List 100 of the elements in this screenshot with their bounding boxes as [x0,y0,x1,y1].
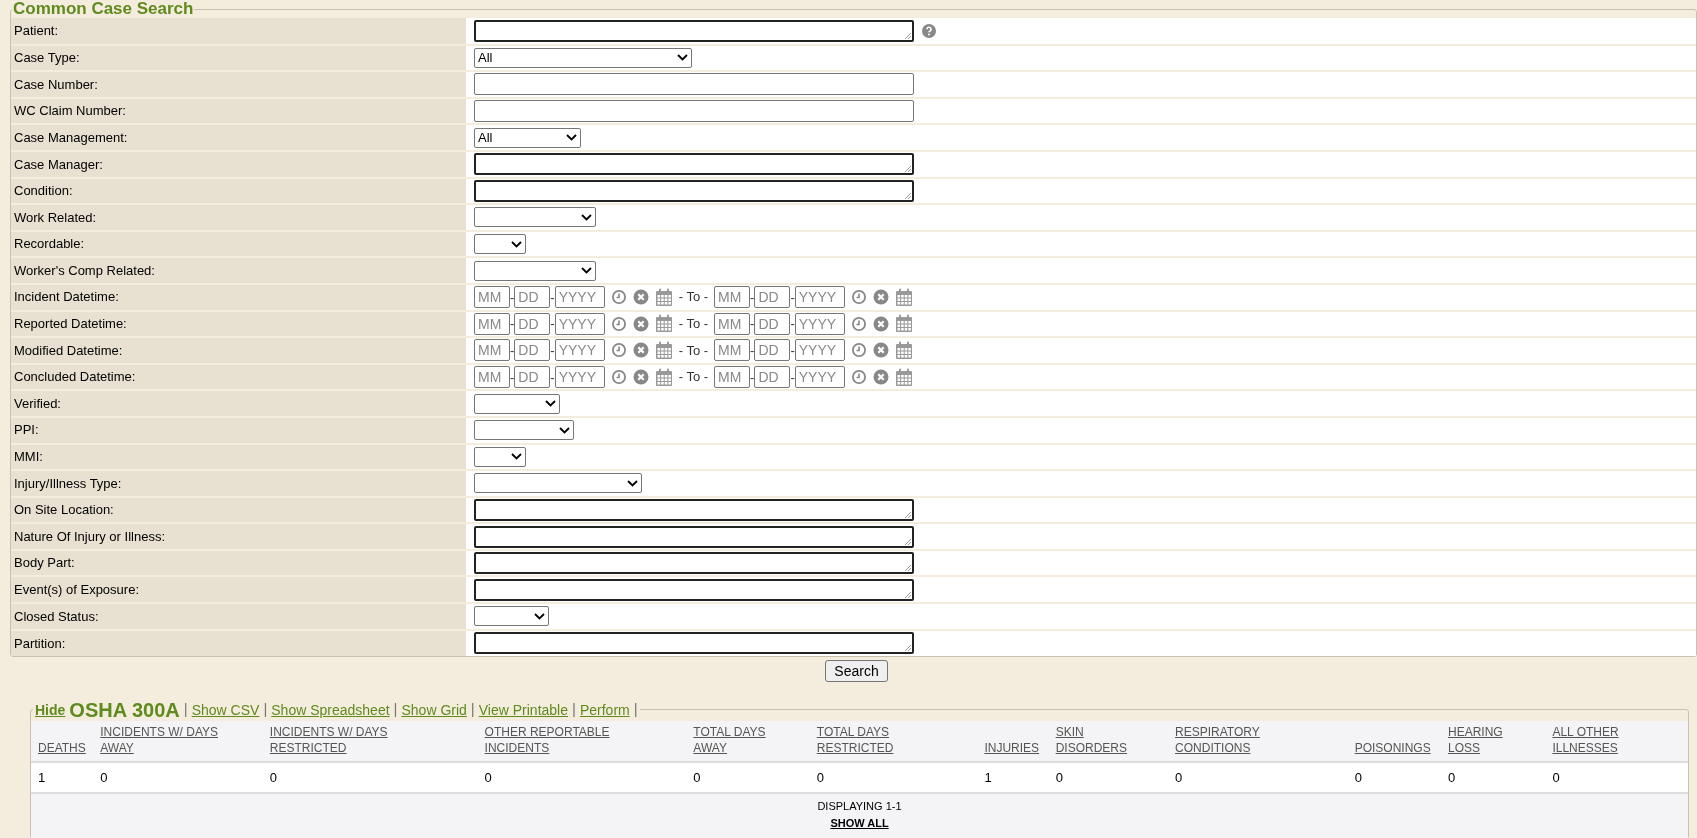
clock-icon[interactable] [610,315,627,332]
toolbar-link[interactable]: Show Grid [401,699,467,721]
date-part-field[interactable]: MM [474,339,510,362]
date-part-field[interactable]: DD [514,312,551,335]
resize-grip-icon[interactable] [905,591,911,598]
lookup-field[interactable] [474,499,914,521]
select-dropdown[interactable] [474,606,549,627]
toolbar-link[interactable]: Show CSV [191,699,260,721]
resize-grip-icon[interactable] [905,192,911,199]
calendar-icon[interactable] [654,287,673,307]
date-part-field[interactable]: MM [474,286,510,309]
clear-icon[interactable] [632,289,649,306]
column-header[interactable]: OTHER REPORTABLE INCIDENTS [484,723,620,756]
date-part-field[interactable]: DD [754,286,791,309]
select-dropdown[interactable] [474,393,560,414]
lookup-field[interactable] [474,552,914,575]
clock-icon[interactable] [850,369,867,385]
date-part-field[interactable]: MM [474,312,510,335]
column-header[interactable]: INCIDENTS W/ DAYS RESTRICTED [269,723,395,756]
clear-icon[interactable] [632,315,649,332]
lookup-field[interactable] [474,179,914,202]
date-part-field[interactable]: YYYY [794,366,845,388]
calendar-icon[interactable] [654,314,673,334]
resize-grip-icon[interactable] [905,565,911,572]
select-dropdown[interactable] [474,446,526,467]
column-header[interactable]: POISONINGS [1354,739,1431,756]
clear-icon[interactable] [632,342,649,359]
calendar-icon[interactable] [894,314,913,334]
clock-icon[interactable] [850,289,867,306]
clear-icon[interactable] [632,369,649,385]
calendar-icon[interactable] [894,287,913,307]
clear-icon[interactable] [872,289,889,306]
date-part-field[interactable]: MM [714,339,751,362]
select-dropdown[interactable]: All [474,47,692,68]
show-all-link[interactable]: SHOW ALL [830,816,889,829]
clear-icon[interactable] [872,342,889,359]
clock-icon[interactable] [610,289,627,306]
column-header[interactable]: SKIN DISORDERS [1055,723,1134,756]
column-header[interactable]: INCIDENTS W/ DAYS AWAY [100,723,226,756]
toolbar-link[interactable]: View Printable [478,699,568,721]
column-header[interactable]: HEARING LOSS [1448,723,1518,756]
column-header[interactable]: INJURIES [984,739,1040,756]
lookup-field[interactable] [474,19,914,42]
calendar-icon[interactable] [894,367,913,387]
select-dropdown[interactable] [474,420,574,441]
date-part-field[interactable]: MM [714,312,751,335]
field-label: Reported Datetime: [11,310,466,338]
date-part-field[interactable]: MM [714,286,751,309]
resize-grip-icon[interactable] [905,32,911,39]
column-header[interactable]: DEATHS [38,739,86,756]
lookup-field[interactable] [474,153,914,176]
help-icon[interactable] [922,23,936,38]
select-dropdown[interactable] [474,207,596,228]
date-part-field[interactable]: DD [514,339,551,362]
toolbar-link[interactable]: Show Spreadsheet [271,699,390,721]
date-part-field[interactable]: YYYY [554,339,605,362]
date-part-field[interactable]: YYYY [554,312,605,335]
date-part-field[interactable]: DD [754,312,791,335]
calendar-icon[interactable] [654,340,673,360]
search-button[interactable]: Search [825,660,888,683]
clear-icon[interactable] [872,315,889,332]
lookup-field[interactable] [474,632,914,655]
column-header[interactable]: RESPIRATORY CONDITIONS [1175,723,1276,756]
date-separator: - [550,370,555,384]
clock-icon[interactable] [850,342,867,359]
field-label: Case Management: [11,124,466,151]
calendar-icon[interactable] [894,340,913,360]
calendar-icon[interactable] [654,367,673,387]
clock-icon[interactable] [610,342,627,359]
date-part-field[interactable]: YYYY [554,286,605,309]
select-dropdown[interactable] [474,260,596,281]
date-part-field[interactable]: MM [714,366,751,388]
date-part-field[interactable]: DD [514,366,551,388]
select-dropdown[interactable] [474,234,526,255]
lookup-field[interactable] [474,578,914,601]
clock-icon[interactable] [610,369,627,385]
text-field[interactable] [474,100,914,123]
date-part-field[interactable]: DD [754,366,791,388]
select-dropdown[interactable] [474,473,642,494]
clock-icon[interactable] [850,315,867,332]
date-part-field[interactable]: DD [754,339,791,362]
resize-grip-icon[interactable] [905,645,911,652]
column-header[interactable]: TOTAL DAYS AWAY [693,723,774,756]
column-header[interactable]: TOTAL DAYS RESTRICTED [816,723,912,756]
date-part-field[interactable]: YYYY [554,366,605,388]
resize-grip-icon[interactable] [905,166,911,173]
date-part-field[interactable]: YYYY [794,286,845,309]
date-separator: - [790,343,795,357]
select-dropdown[interactable]: All [474,127,581,148]
date-part-field[interactable]: YYYY [794,312,845,335]
date-part-field[interactable]: MM [474,366,510,388]
lookup-field[interactable] [474,525,914,548]
date-part-field[interactable]: YYYY [794,339,845,362]
toolbar-link[interactable]: Perform [579,699,630,721]
resize-grip-icon[interactable] [905,538,911,545]
date-part-field[interactable]: DD [514,286,551,309]
text-field[interactable] [474,73,914,96]
resize-grip-icon[interactable] [905,512,911,518]
clear-icon[interactable] [872,369,889,385]
column-header[interactable]: ALL OTHER ILLNESSES [1552,723,1643,756]
